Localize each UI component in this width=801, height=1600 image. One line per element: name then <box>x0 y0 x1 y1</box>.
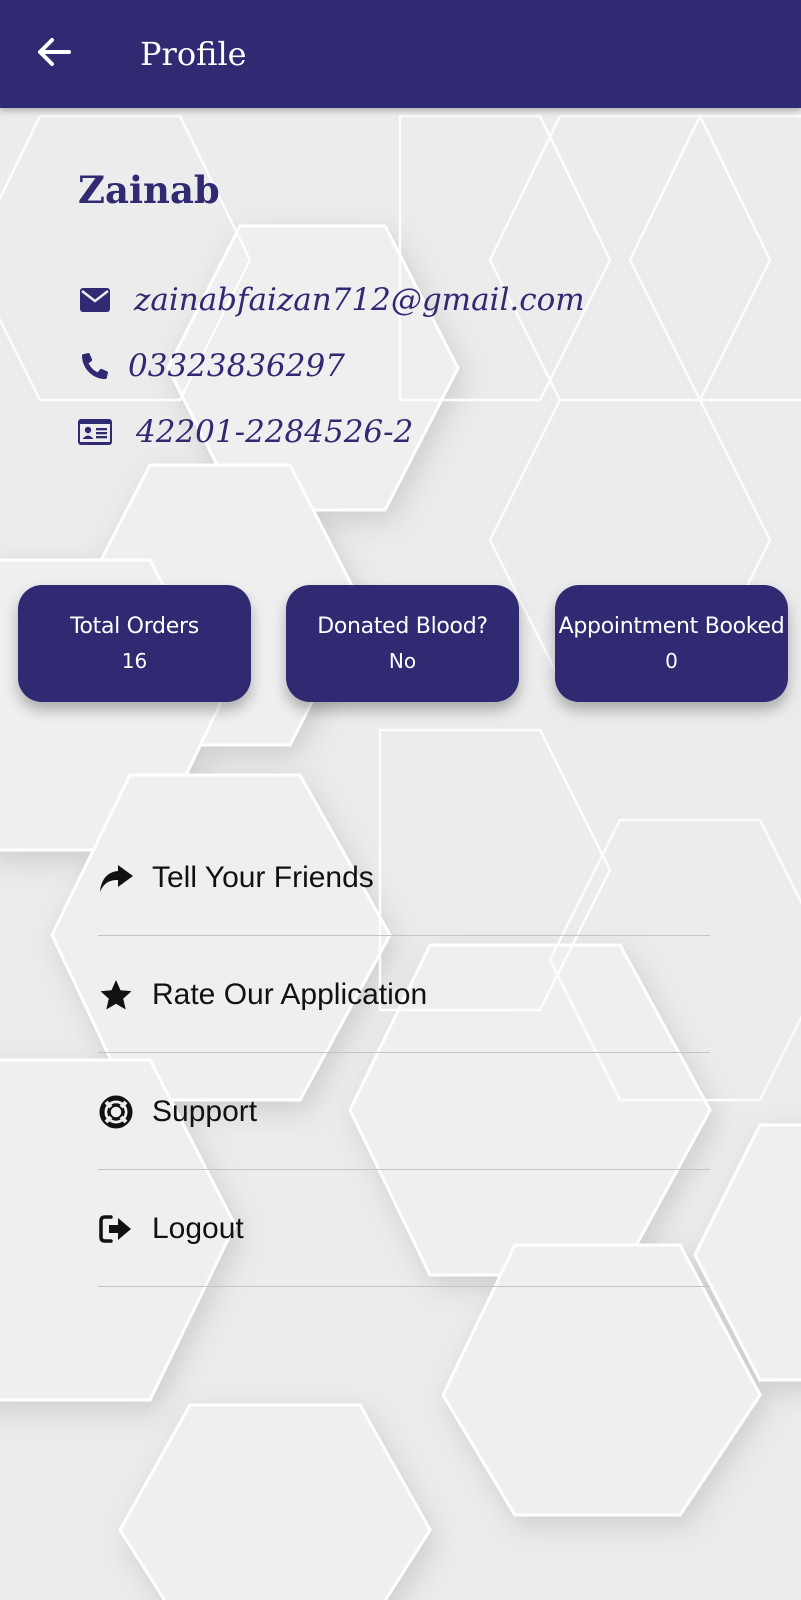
menu-item-logout[interactable]: Logout <box>98 1169 710 1287</box>
page-title: Profile <box>140 35 247 73</box>
stat-card-donated-blood[interactable]: Donated Blood? No <box>286 585 519 702</box>
stat-label: Appointment Booked <box>558 613 785 639</box>
menu-item-support[interactable]: Support <box>98 1052 710 1170</box>
life-ring-icon <box>98 1094 134 1130</box>
menu-item-label: Support <box>152 1095 258 1128</box>
email-row: zainabfaizan712@gmail.com <box>78 280 585 320</box>
cnic-value: 42201-2284526-2 <box>136 414 414 450</box>
stat-card-appointment-booked[interactable]: Appointment Booked 0 <box>555 585 788 702</box>
cnic-row: 42201-2284526-2 <box>78 412 413 452</box>
arrow-left-icon <box>37 37 71 72</box>
menu-item-tell-friends[interactable]: Tell Your Friends <box>98 818 710 936</box>
phone-value: 03323836297 <box>128 348 345 384</box>
stat-label: Total Orders <box>70 613 199 639</box>
share-icon <box>98 860 134 896</box>
back-button[interactable] <box>30 30 78 78</box>
phone-icon <box>78 349 112 383</box>
stat-label: Donated Blood? <box>317 613 488 639</box>
phone-row: 03323836297 <box>78 346 345 386</box>
app-bar: Profile <box>0 0 801 108</box>
menu-item-label: Rate Our Application <box>152 978 428 1011</box>
menu-item-label: Logout <box>152 1212 244 1245</box>
stat-card-total-orders[interactable]: Total Orders 16 <box>18 585 251 702</box>
menu-item-label: Tell Your Friends <box>152 861 374 894</box>
stat-value: 0 <box>665 648 678 673</box>
stat-value: No <box>388 648 417 673</box>
id-card-icon <box>78 415 112 449</box>
star-icon <box>98 977 134 1013</box>
sign-out-icon <box>98 1211 134 1247</box>
menu-item-rate-app[interactable]: Rate Our Application <box>98 935 710 1053</box>
envelope-icon <box>78 283 112 317</box>
email-value: zainabfaizan712@gmail.com <box>134 282 585 318</box>
stat-value: 16 <box>121 648 148 673</box>
user-name: Zainab <box>78 168 220 212</box>
